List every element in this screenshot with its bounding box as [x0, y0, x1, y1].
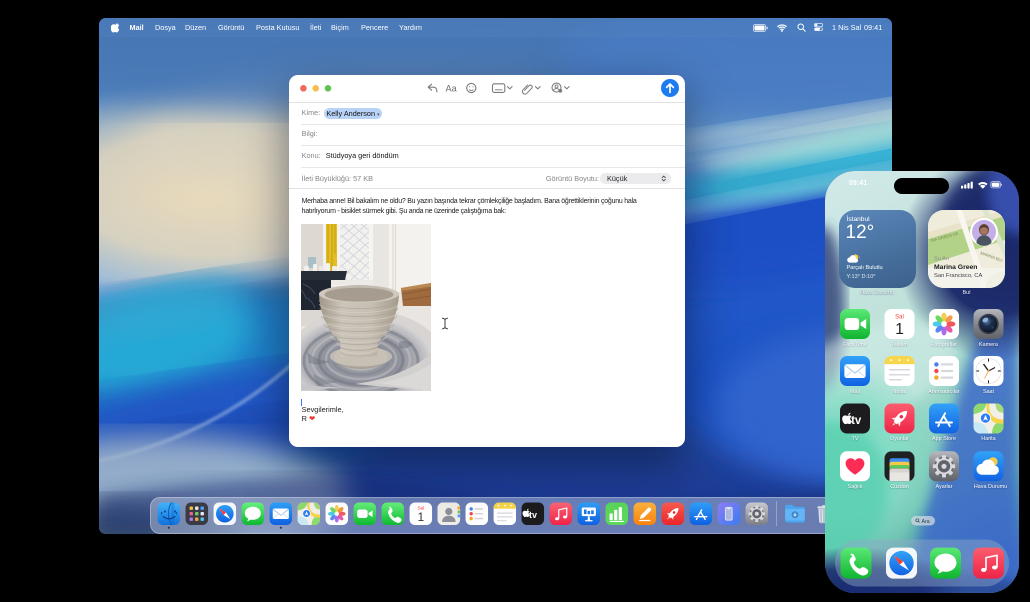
svg-text:1: 1 [895, 321, 904, 338]
svg-text:Ara: Ara [922, 519, 930, 525]
svg-text:Sal: Sal [895, 315, 904, 321]
svg-text:tv: tv [529, 510, 537, 520]
svg-text:Aa: Aa [446, 84, 458, 94]
svg-text:tv: tv [851, 415, 862, 427]
svg-text:1: 1 [417, 510, 424, 524]
